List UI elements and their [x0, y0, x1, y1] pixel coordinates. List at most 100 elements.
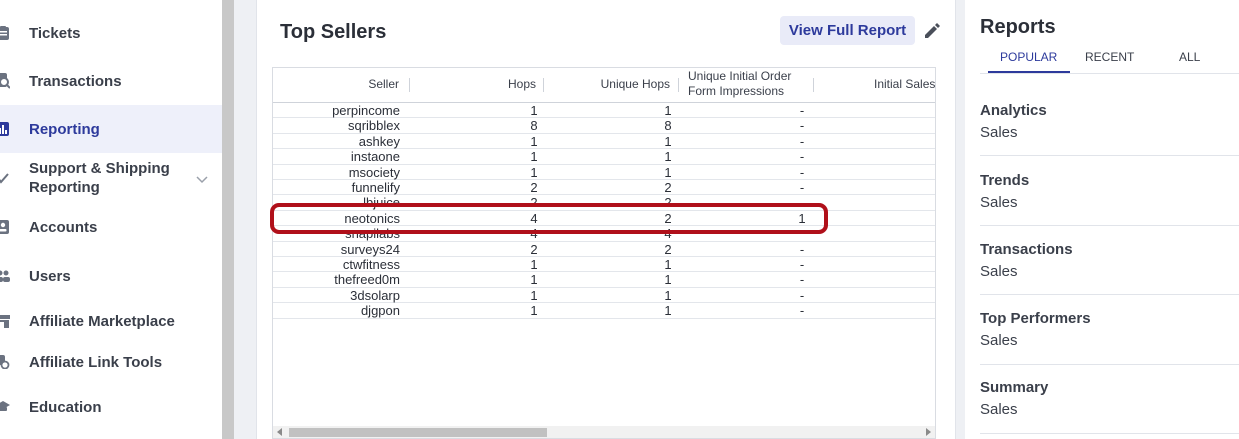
table-row[interactable]: ctwfitness 1 1 -	[273, 257, 935, 273]
check-icon	[0, 170, 10, 186]
cell-hops: 1	[530, 272, 538, 288]
cell-unique-hops: 1	[664, 149, 672, 165]
column-header-initial-sales[interactable]: Initial Sales	[874, 77, 935, 92]
sidebar-item-reporting[interactable]: Reporting	[0, 105, 222, 153]
horizontal-scrollbar[interactable]	[273, 426, 935, 438]
cell-hops: 2	[530, 180, 538, 195]
cell-hops: 1	[530, 303, 538, 319]
report-name: Trends	[980, 172, 1030, 189]
chevron-down-icon[interactable]	[195, 172, 209, 186]
cell-uioi: -	[799, 118, 805, 134]
sidebar-item-users[interactable]: Users	[0, 265, 222, 287]
report-item-top-performers[interactable]: Top Performers Sales	[980, 309, 1239, 351]
link-tools-icon	[0, 354, 10, 370]
table-row[interactable]: instaone 1 1 -	[273, 149, 935, 165]
column-header-seller[interactable]: Seller	[367, 77, 399, 92]
cell-seller: thefreed0m	[334, 272, 400, 288]
cell-hops: 1	[530, 103, 538, 118]
column-header-unique-initial-order-form-impressions[interactable]: Unique Initial Order Form Impressions	[688, 69, 813, 99]
table-row[interactable]: msociety 1 1 -	[273, 164, 935, 180]
report-name: Top Performers	[980, 310, 1091, 327]
sidebar-scrollbar[interactable]	[222, 0, 234, 439]
scroll-right-arrow-icon[interactable]	[926, 428, 931, 436]
sidebar-item-label: Accounts	[29, 218, 98, 236]
sidebar-item-label: Transactions	[29, 72, 122, 90]
sidebar-item-accounts[interactable]: Accounts	[0, 216, 222, 238]
divider	[980, 225, 1239, 226]
cell-uioi: -	[799, 287, 805, 303]
sidebar-item-support-shipping-reporting[interactable]: Support & Shipping Reporting	[0, 158, 222, 198]
report-item-transactions[interactable]: Transactions Sales	[980, 240, 1239, 282]
sidebar-item-transactions[interactable]: Transactions	[0, 70, 222, 92]
column-separator[interactable]	[813, 78, 814, 92]
tab-popular[interactable]: POPULAR	[1000, 50, 1057, 64]
report-sub: Sales	[980, 194, 1018, 211]
sidebar-item-tickets[interactable]: Tickets	[0, 22, 222, 44]
cell-unique-hops: 2	[664, 180, 672, 195]
tab-recent[interactable]: RECENT	[1085, 50, 1134, 64]
sidebar-item-label-line2: Reporting	[29, 179, 100, 196]
sidebar-item-label: Support & Shipping Reporting	[29, 159, 170, 197]
report-name: Analytics	[980, 102, 1047, 119]
cell-seller: surveys24	[340, 241, 400, 257]
report-sub: Sales	[980, 401, 1018, 418]
pencil-icon[interactable]	[923, 22, 941, 40]
table-row[interactable]: thefreed0m 1 1 -	[273, 272, 935, 288]
column-header-unique-hops[interactable]: Unique Hops	[573, 77, 670, 92]
cell-hops: 1	[530, 164, 538, 180]
table-row[interactable]: perpincome 1 1 -	[273, 103, 935, 119]
cell-unique-hops: 1	[664, 272, 672, 288]
report-name: Transactions	[980, 241, 1073, 258]
cell-uioi: -	[799, 257, 805, 272]
cell-uioi: -	[799, 164, 805, 180]
report-item-summary[interactable]: Summary Sales	[980, 378, 1239, 420]
table-row[interactable]: sqribblex 8 8 -	[273, 118, 935, 134]
sidebar-item-label: Affiliate Link Tools	[29, 353, 163, 371]
cell-hops: 2	[530, 241, 538, 257]
report-sub: Sales	[980, 263, 1018, 280]
table-row[interactable]: 3dsolarp 1 1 -	[273, 287, 935, 304]
scrollbar-thumb[interactable]	[289, 428, 547, 437]
cell-seller: djgpon	[360, 303, 400, 319]
column-separator[interactable]	[678, 78, 679, 92]
cell-unique-hops: 1	[664, 164, 672, 180]
column-separator[interactable]	[409, 78, 410, 92]
table-header: Seller Hops Unique Hops Unique Initial O…	[273, 68, 935, 103]
table-row[interactable]: djgpon 1 1 -	[273, 303, 935, 319]
view-full-report-button[interactable]: View Full Report	[780, 16, 915, 45]
report-sub: Sales	[980, 332, 1018, 349]
cell-hops: 1	[530, 133, 538, 149]
graduation-cap-icon	[0, 399, 10, 415]
cell-seller: ctwfitness	[342, 257, 400, 272]
cell-seller: instaone	[350, 149, 400, 165]
sidebar-item-affiliate-marketplace[interactable]: Affiliate Marketplace	[0, 310, 222, 332]
cell-seller: msociety	[348, 164, 400, 180]
cell-seller: funnelify	[351, 180, 400, 195]
cell-unique-hops: 1	[664, 257, 672, 272]
id-card-icon	[0, 219, 10, 235]
column-header-hops[interactable]: Hops	[504, 77, 536, 92]
tab-all[interactable]: ALL	[1179, 50, 1200, 64]
sidebar-item-label: Affiliate Marketplace	[29, 312, 175, 330]
report-item-trends[interactable]: Trends Sales	[980, 171, 1239, 213]
sidebar-item-affiliate-link-tools[interactable]: Affiliate Link Tools	[0, 351, 222, 373]
store-icon	[0, 313, 10, 329]
cell-seller: ashkey	[358, 133, 400, 149]
cell-unique-hops: 8	[664, 118, 672, 134]
cell-hops: 1	[530, 287, 538, 303]
report-name: Summary	[980, 379, 1049, 396]
reports-panel: Reports POPULAR RECENT ALL Analytics Sal…	[965, 0, 1239, 439]
cell-seller: 3dsolarp	[350, 287, 400, 303]
table-row[interactable]: surveys24 2 2 -	[273, 241, 935, 257]
table-row[interactable]: ashkey 1 1 -	[273, 133, 935, 150]
receipt-search-icon	[0, 73, 10, 89]
sidebar-item-education[interactable]: Education	[0, 396, 222, 418]
cell-unique-hops: 2	[664, 241, 672, 257]
scroll-left-arrow-icon[interactable]	[277, 428, 282, 436]
column-separator[interactable]	[543, 78, 544, 92]
cell-seller: perpincome	[332, 103, 400, 118]
table-row[interactable]: funnelify 2 2 -	[273, 180, 935, 196]
report-item-analytics[interactable]: Analytics Sales	[980, 101, 1239, 143]
card-title: Top Sellers	[280, 21, 387, 43]
sidebar-item-label: Users	[29, 267, 71, 285]
